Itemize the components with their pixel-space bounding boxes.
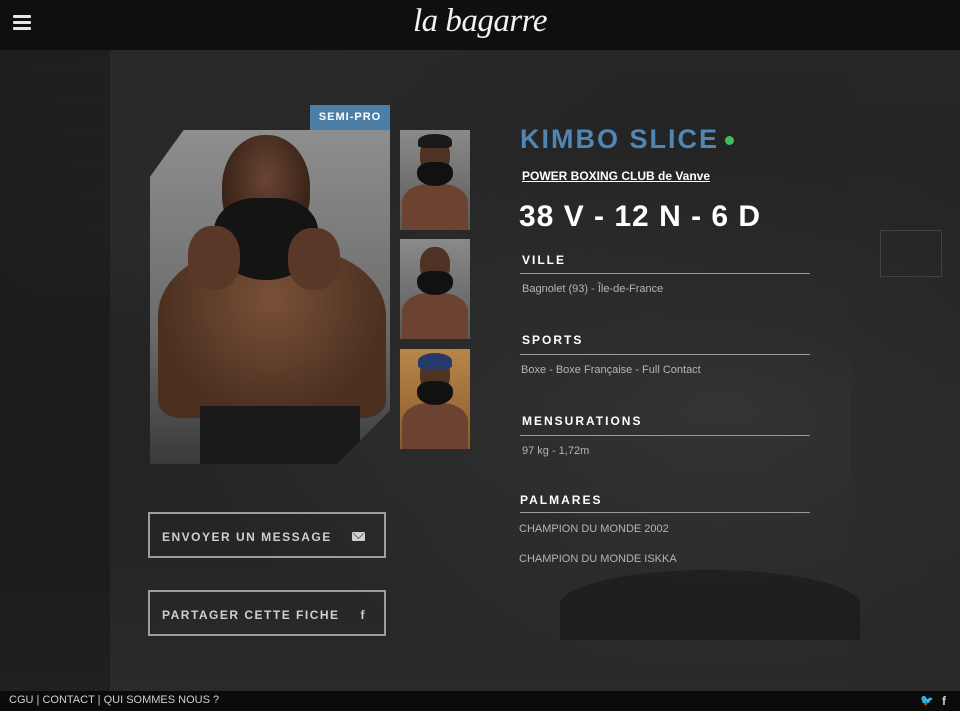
photo-fist-left	[188, 226, 240, 290]
facebook-icon[interactable]: f	[942, 694, 946, 708]
fighter-photo	[150, 130, 390, 464]
thumb-beard	[417, 381, 453, 405]
footer-links: CGU | CONTACT | QUI SOMMES NOUS ?	[9, 694, 219, 706]
thumb-beard	[417, 271, 453, 295]
thumbnail-3[interactable]	[400, 349, 470, 449]
main-photo	[150, 130, 390, 464]
thumbnail-2[interactable]	[400, 239, 470, 339]
thumb-cap	[418, 134, 452, 148]
thumb-body	[402, 184, 468, 230]
top-bar: la bagarre	[0, 0, 960, 50]
palmares-item: CHAMPION DU MONDE 2002	[519, 523, 669, 535]
palmares-divider	[520, 512, 810, 513]
thumb-beard	[417, 162, 453, 186]
thumb-body	[402, 293, 468, 339]
mensurations-title: MENSURATIONS	[522, 414, 643, 428]
background-window	[880, 230, 942, 277]
ville-text: Bagnolet (93) - Île-de-France	[522, 283, 664, 295]
share-profile-label: PARTAGER CETTE FICHE	[162, 608, 340, 622]
mensurations-text: 97 kg - 1,72m	[522, 445, 590, 457]
mensurations-divider	[520, 435, 810, 436]
thumbnail-1[interactable]	[400, 130, 470, 230]
fight-record: 38 V - 12 N - 6 D	[519, 200, 762, 233]
palmares-item: CHAMPION DU MONDE ISKKA	[519, 553, 677, 565]
photo-fist-right	[288, 228, 340, 290]
ville-title: VILLE	[522, 253, 567, 267]
photo-shorts	[200, 406, 360, 464]
club-link[interactable]: POWER BOXING CLUB de Vanve	[522, 169, 710, 183]
facebook-icon: f	[360, 608, 366, 622]
twitter-icon[interactable]: 🐦	[920, 694, 934, 707]
footer-separator: |	[97, 694, 101, 706]
share-profile-button[interactable]: PARTAGER CETTE FICHE f	[148, 590, 386, 636]
contact-link[interactable]: CONTACT	[42, 694, 94, 706]
footer-separator: |	[36, 694, 40, 706]
sports-divider	[520, 354, 810, 355]
site-logo[interactable]: la bagarre	[0, 3, 960, 40]
thumb-cap	[418, 353, 452, 369]
send-message-button[interactable]: ENVOYER UN MESSAGE	[148, 512, 386, 558]
background-shade-left	[0, 50, 110, 691]
sports-text: Boxe - Boxe Française - Full Contact	[521, 364, 701, 376]
thumb-body	[402, 403, 468, 449]
sports-title: SPORTS	[522, 333, 584, 347]
cgu-link[interactable]: CGU	[9, 694, 33, 706]
online-status-dot	[725, 136, 734, 145]
background-floor	[560, 570, 860, 640]
send-message-label: ENVOYER UN MESSAGE	[162, 530, 332, 544]
fighter-name: KIMBO SLICE	[520, 124, 720, 154]
ville-divider	[520, 273, 810, 274]
envelope-icon	[352, 532, 365, 541]
background-shade-right	[850, 50, 960, 691]
about-link[interactable]: QUI SOMMES NOUS ?	[104, 694, 220, 706]
footer: CGU | CONTACT | QUI SOMMES NOUS ? 🐦 f	[0, 691, 960, 711]
level-badge: SEMI-PRO	[310, 105, 390, 130]
palmares-title: PALMARES	[520, 493, 603, 507]
